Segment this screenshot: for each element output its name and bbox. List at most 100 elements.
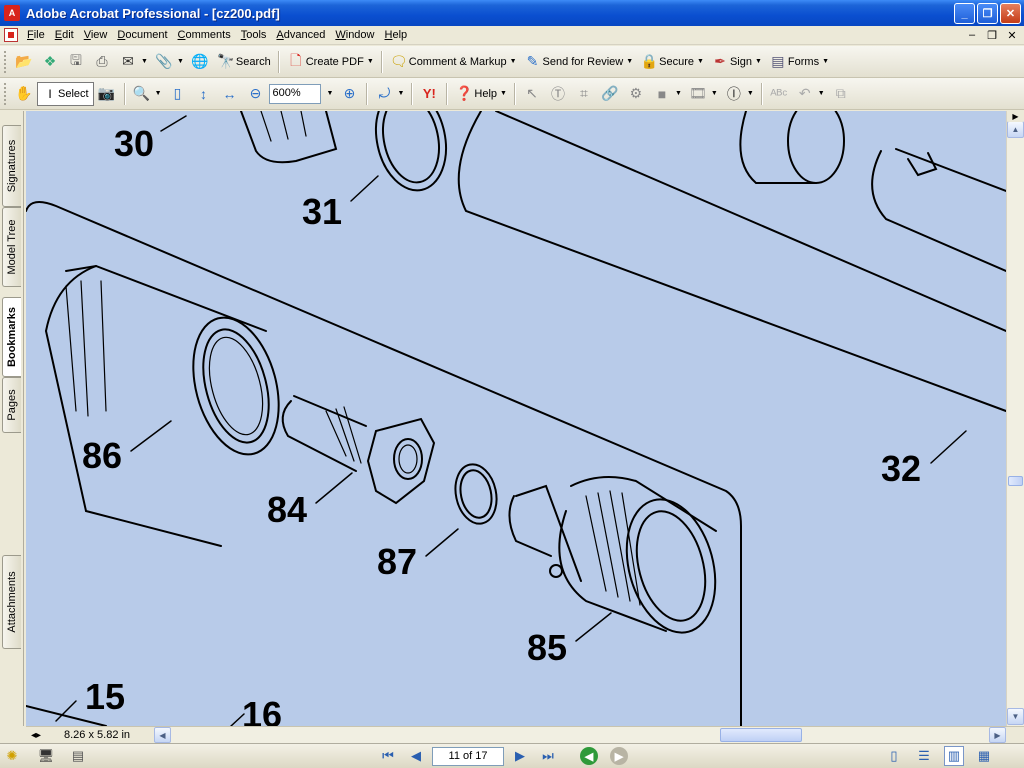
zoom-dropdown-button[interactable]: ▼ [321, 82, 337, 106]
horizontal-scrollbar[interactable]: ◀ ▶ [154, 727, 1006, 743]
chevron-down-icon: ▼ [754, 58, 762, 65]
fit-width-icon: ↔ [222, 85, 237, 102]
help-button[interactable]: ❓ Help ▼ [451, 82, 510, 106]
tab-pages[interactable]: Pages [2, 377, 21, 433]
tab-attachments[interactable]: Attachments [2, 555, 21, 649]
movie-button[interactable]: 🎞 ▼ [685, 82, 721, 106]
chevron-down-icon: ▼ [710, 90, 718, 97]
next-page-button[interactable]: ▶ [510, 746, 530, 766]
close-button[interactable]: ✕ [1000, 3, 1021, 24]
first-page-button[interactable]: ⏮ [378, 746, 398, 766]
save-button[interactable]: 🖫 [63, 50, 89, 74]
next-view-button[interactable]: ▶ [610, 747, 628, 765]
restore-button[interactable]: ❐ [977, 3, 998, 24]
link-button[interactable]: 🔗 [597, 82, 623, 106]
secure-button[interactable]: 🔒 Secure ▼ [636, 50, 707, 74]
copy-button[interactable]: ⧉ [828, 82, 854, 106]
menu-edit[interactable]: Edit [50, 29, 79, 41]
facing-icon: ▥ [947, 748, 961, 763]
touchup-text-button[interactable]: Ⓣ [545, 82, 571, 106]
vertical-scroll-thumb[interactable] [1008, 476, 1023, 486]
sign-label: Sign [729, 55, 752, 68]
zoom-in-button[interactable]: ⊕ [336, 82, 362, 106]
tab-signatures[interactable]: Signatures [2, 125, 21, 207]
text-cursor-icon: I [48, 86, 52, 101]
forms-button[interactable]: ▤ Forms ▼ [765, 50, 832, 74]
menu-help[interactable]: Help [380, 29, 413, 41]
text-field-button[interactable]: Ⓘ ▼ [721, 82, 757, 106]
scroll-left-button[interactable]: ◀ [154, 727, 171, 743]
toolbar-separator [277, 50, 279, 73]
menu-advanced[interactable]: Advanced [271, 29, 330, 41]
document-close-button[interactable]: ✕ [1004, 27, 1020, 43]
actual-size-button[interactable]: ▯ [165, 82, 191, 106]
chevron-down-icon: ▼ [176, 58, 184, 65]
zoom-input[interactable]: 600% [268, 83, 321, 104]
toolbar-separator [513, 82, 515, 105]
facing-layout-button[interactable]: ▥ [944, 746, 964, 766]
lightbulb-icon[interactable]: ✺ [2, 746, 22, 766]
page-number-input[interactable]: 11 of 17 [432, 746, 504, 766]
document-minimize-button[interactable]: – [964, 27, 980, 43]
snapshot-button[interactable]: 📷 [94, 82, 120, 106]
open-button[interactable]: 📂 [11, 50, 37, 74]
tab-bookmarks[interactable]: Bookmarks [2, 297, 21, 377]
menu-document[interactable]: Document [112, 29, 172, 41]
scroll-up-button[interactable]: ▲ [1007, 121, 1024, 138]
menu-tools[interactable]: Tools [236, 29, 272, 41]
screen-icon[interactable]: 🖥 [36, 746, 56, 766]
organizer-button[interactable]: ❖ [37, 50, 63, 74]
send-review-button[interactable]: ✎ Send for Review ▼ [520, 50, 637, 74]
document-view[interactable]: 30 31 86 84 87 85 32 15 16 [26, 111, 1006, 726]
crop-button[interactable]: ⌗ [571, 82, 597, 106]
window-title: Adobe Acrobat Professional - [cz200.pdf] [26, 5, 280, 21]
select-tool-button[interactable]: I Select [37, 81, 94, 106]
menu-file[interactable]: File [22, 29, 50, 41]
sign-button[interactable]: ✒ Sign ▼ [707, 50, 765, 74]
hand-tool-button[interactable]: ✋ [11, 82, 37, 106]
options-arrow-icon[interactable]: ◂▸ [28, 727, 44, 743]
article-button[interactable]: ⚙ [623, 82, 649, 106]
previous-page-button[interactable]: ◀ [406, 746, 426, 766]
toolbar-grip[interactable] [4, 82, 8, 105]
continuous-facing-layout-button[interactable]: ▦ [974, 746, 994, 766]
continuous-layout-button[interactable]: ☰ [914, 746, 934, 766]
menu-comments[interactable]: Comments [173, 29, 236, 41]
print-button[interactable]: ⎙ [89, 50, 115, 74]
comment-markup-button[interactable]: 🗨 Comment & Markup ▼ [386, 50, 520, 74]
spelling-button[interactable]: ᴬᴮᶜ [766, 82, 792, 106]
rectangle-button[interactable]: ■ ▼ [649, 82, 685, 106]
comment-markup-label: Comment & Markup [408, 55, 507, 68]
zoom-out-button[interactable]: ⊖ [243, 82, 269, 106]
menu-window[interactable]: Window [330, 29, 379, 41]
touchup-icon: Ⓣ [550, 85, 565, 102]
acrobat-app-icon[interactable]: A [4, 5, 20, 21]
rotate-view-button[interactable]: ⤾ ▼ [371, 82, 407, 106]
object-select-button[interactable]: ↖ [519, 82, 545, 106]
last-page-button[interactable]: ⏭ [538, 746, 558, 766]
tab-model-tree[interactable]: Model Tree [2, 207, 21, 287]
toolbar-grip[interactable] [4, 50, 8, 73]
email-button[interactable]: ✉ ▼ [115, 50, 151, 74]
web-capture-button[interactable]: 🌐 [187, 50, 213, 74]
vertical-scrollbar[interactable]: ▲ ▶ ▼ [1006, 110, 1024, 726]
scroll-right-button[interactable]: ▶ [989, 727, 1006, 743]
document-restore-button[interactable]: ❐ [984, 27, 1000, 43]
scroll-down-button[interactable]: ▼ [1007, 708, 1024, 725]
previous-view-button[interactable]: ◀ [580, 747, 598, 765]
menu-view[interactable]: View [79, 29, 113, 41]
search-button[interactable]: 🔭 Search [213, 50, 274, 74]
zoom-in-tool-button[interactable]: 🔍 ▼ [129, 82, 165, 106]
fit-page-button[interactable]: ↕ [191, 82, 217, 106]
minimize-button[interactable]: _ [954, 3, 975, 24]
document-icon[interactable] [4, 28, 18, 42]
yahoo-button[interactable]: Y! [416, 82, 442, 106]
create-pdf-button[interactable]: 🗋 Create PDF ▼ [283, 50, 377, 74]
collapse-panel-button[interactable]: ▶ [1007, 110, 1024, 122]
attach-button[interactable]: 📎 ▼ [151, 50, 187, 74]
horizontal-scroll-thumb[interactable] [720, 728, 802, 742]
fit-width-button[interactable]: ↔ [217, 82, 243, 106]
print-small-icon[interactable]: ▤ [68, 746, 88, 766]
undo-button[interactable]: ↶ ▼ [792, 82, 828, 106]
single-page-layout-button[interactable]: ▯ [884, 746, 904, 766]
